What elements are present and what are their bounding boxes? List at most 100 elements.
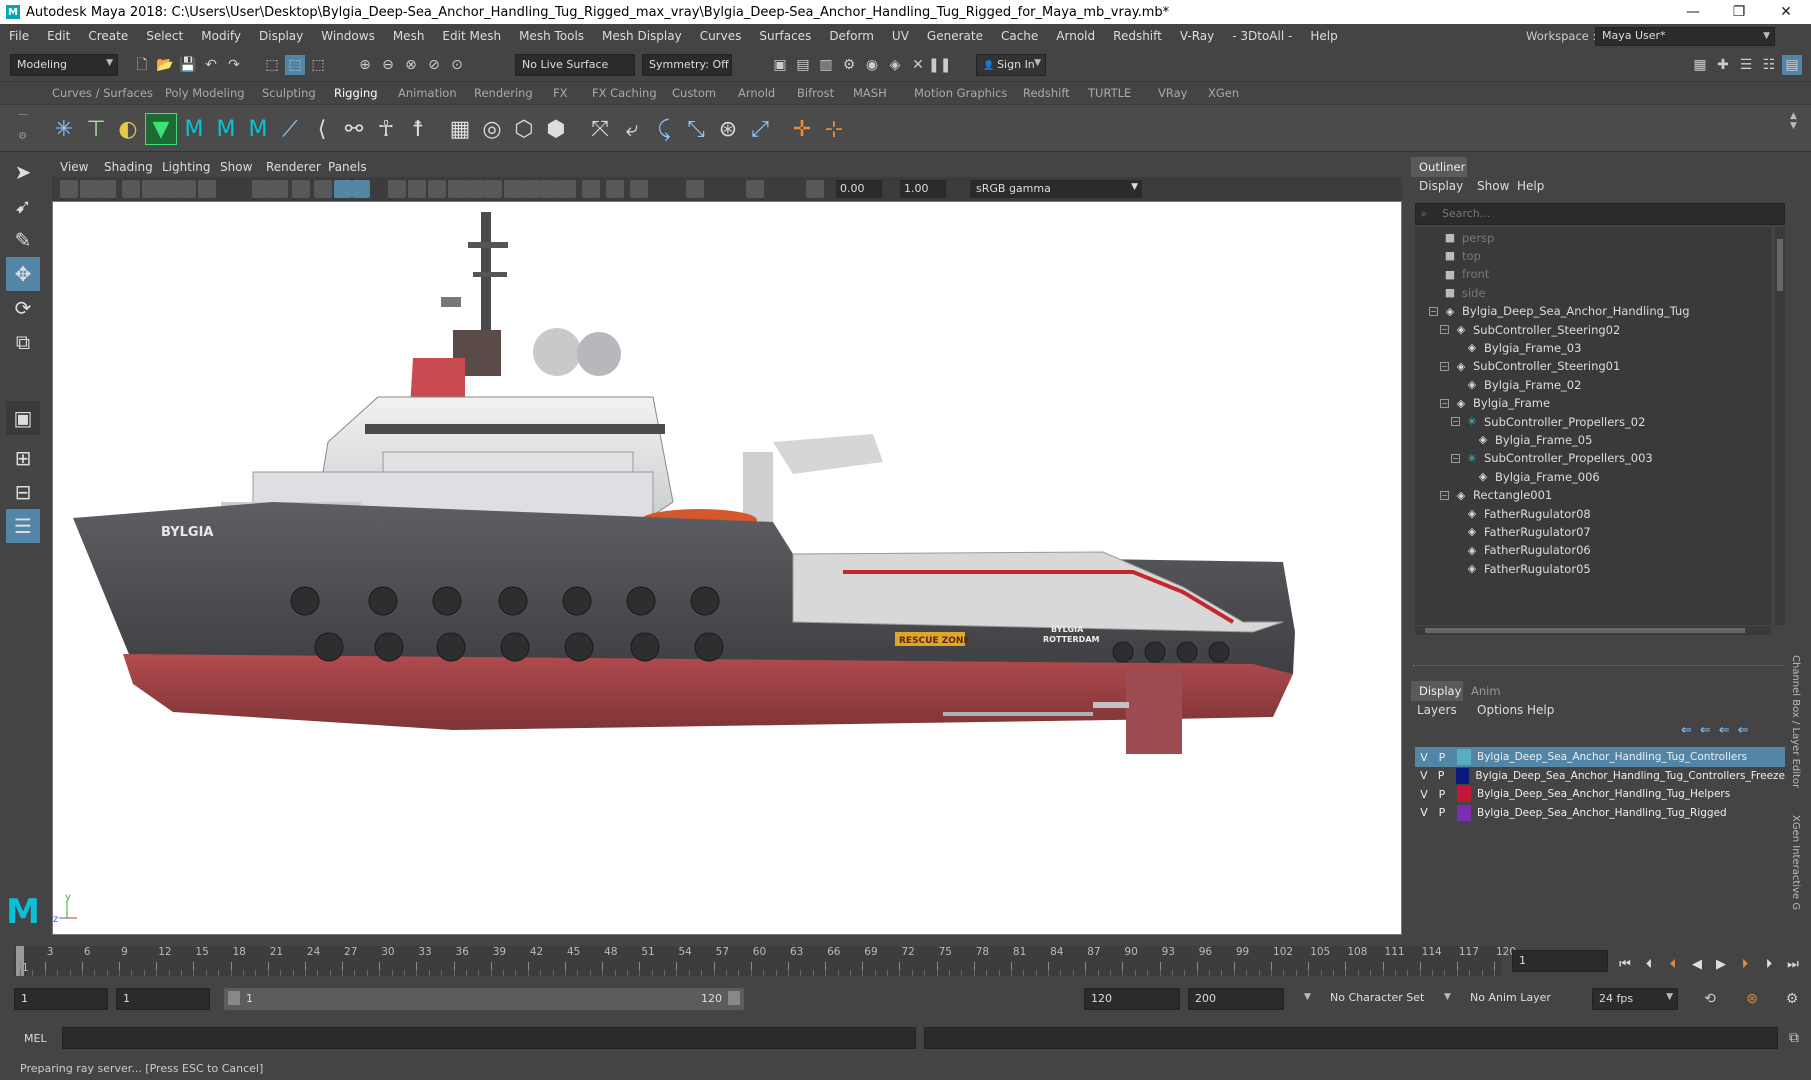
layer-playback-toggle[interactable]: P <box>1433 806 1451 819</box>
menu-surfaces[interactable]: Surfaces <box>750 29 820 43</box>
viewport-persp[interactable]: BYLGIA RESCUE ZONE BYLGIA ROTTERDAM y z <box>52 201 1402 935</box>
layer-visibility-toggle[interactable]: V <box>1415 788 1433 801</box>
panel-menu-lighting[interactable]: Lighting <box>162 160 211 174</box>
smooth-shade-icon[interactable] <box>352 180 370 198</box>
layer-row[interactable]: V P Bylgia_Deep_Sea_Anchor_Handling_Tug_Co… <box>1415 766 1785 786</box>
move-tool-icon[interactable]: ✥ <box>6 257 40 291</box>
grease-pencil-icon[interactable] <box>160 180 178 198</box>
stick-figure-icon[interactable]: ☨ <box>402 113 434 145</box>
shelf-tab-fx[interactable]: FX <box>553 86 568 100</box>
rotate-tool-icon[interactable]: ⟳ <box>6 291 40 325</box>
safe-action-icon[interactable] <box>314 180 332 198</box>
outliner-scrollbar[interactable] <box>1775 227 1785 625</box>
shelf-tab-mash[interactable]: MASH <box>853 86 887 100</box>
step-back-key-icon[interactable]: ⏴ <box>1640 956 1658 974</box>
layer-row[interactable]: V P Bylgia_Deep_Sea_Anchor_Handling_Tug_Ri… <box>1415 803 1785 823</box>
layer-actions-icon[interactable]: ⇐⇐⇐⇐ <box>1681 723 1757 738</box>
menu-curves[interactable]: Curves <box>691 29 751 43</box>
maya-muscle-icon[interactable]: M <box>178 113 210 145</box>
maya-muscle3-icon[interactable]: M <box>242 113 274 145</box>
shelf-tab-arnold[interactable]: Arnold <box>738 86 775 100</box>
cluster-icon[interactable]: ⬢ <box>540 113 572 145</box>
scale-tool-icon[interactable]: ⧉ <box>6 325 40 359</box>
redo-icon[interactable]: ↷ <box>224 55 244 75</box>
shelf-tab-animation[interactable]: Animation <box>398 86 457 100</box>
shelf-tab-fx-caching[interactable]: FX Caching <box>592 86 657 100</box>
single-perspective-icon[interactable]: ▣ <box>6 401 40 435</box>
shelf-tab-turtle[interactable]: TURTLE <box>1088 86 1131 100</box>
shadows-icon[interactable] <box>484 180 502 198</box>
lasso-tool-icon[interactable]: ➹ <box>6 189 40 223</box>
shelf-tab-curves-surfaces[interactable]: Curves / Surfaces <box>52 86 153 100</box>
render-current-icon[interactable]: ▤ <box>793 55 813 75</box>
pause-icon[interactable]: ❚❚ <box>928 55 951 75</box>
options-menu[interactable]: Options <box>1477 703 1523 717</box>
panel-menu-show[interactable]: Show <box>220 160 252 174</box>
minimize-button[interactable]: — <box>1670 0 1716 24</box>
layer-row[interactable]: V P Bylgia_Deep_Sea_Anchor_Handling_Tug_Co… <box>1415 747 1785 767</box>
hik-icon[interactable]: ⚯ <box>338 113 370 145</box>
expand-toggle-icon[interactable]: − <box>1429 306 1438 316</box>
outliner-menu-help[interactable]: Help <box>1517 179 1544 193</box>
layer-color-swatch[interactable] <box>1455 767 1470 784</box>
wrap-icon[interactable]: ⬡ <box>508 113 540 145</box>
xgen-side-tab[interactable]: XGen Interactive G <box>1790 815 1801 915</box>
script-editor-icon[interactable]: ⧉ <box>1784 1028 1804 1048</box>
four-view-icon[interactable]: ⊞ <box>6 441 40 475</box>
expand-toggle-icon[interactable]: − <box>1440 490 1449 500</box>
outliner-item[interactable]: ◈ FatherRugulator05 <box>1465 558 1591 579</box>
ssao-icon[interactable] <box>504 180 522 198</box>
end-frame-field[interactable]: 200 <box>1188 988 1284 1010</box>
layer-playback-toggle[interactable]: P <box>1433 751 1451 764</box>
gamma-field[interactable]: 1.00 <box>900 180 946 198</box>
mel-input[interactable] <box>62 1027 916 1049</box>
tab-display[interactable]: Display <box>1411 681 1463 701</box>
layer-visibility-toggle[interactable]: V <box>1415 769 1432 782</box>
start-frame-field[interactable]: 1 <box>14 988 108 1010</box>
outliner-menu-display[interactable]: Display <box>1419 179 1463 193</box>
menu-arnold[interactable]: Arnold <box>1047 29 1104 43</box>
layer-visibility-toggle[interactable]: V <box>1415 751 1433 764</box>
use-default-material-icon[interactable] <box>388 180 406 198</box>
channel-box-icon[interactable]: ☷ <box>1759 55 1779 75</box>
image-plane-icon[interactable] <box>122 180 140 198</box>
shelf-tab-motion-graphics[interactable]: Motion Graphics <box>914 86 1007 100</box>
step-forward-key-icon[interactable]: ⏵ <box>1760 956 1778 974</box>
layer-color-swatch[interactable] <box>1457 749 1471 765</box>
outliner-layout-icon[interactable]: ☰ <box>6 509 40 543</box>
maximize-button[interactable]: ❐ <box>1716 0 1762 24</box>
auto-key-icon[interactable]: ⊛ <box>1742 989 1762 1009</box>
bind-skin-icon[interactable]: ▼ <box>145 113 177 145</box>
pole-vector-icon[interactable]: ⤢ <box>744 113 776 145</box>
gamma-icon[interactable] <box>746 180 764 198</box>
shelf-tab-rigging[interactable]: Rigging <box>334 86 378 100</box>
wireframe-on-shaded-icon[interactable] <box>408 180 426 198</box>
menu-help[interactable]: Help <box>1301 29 1346 43</box>
exposure-field[interactable]: 0.00 <box>836 180 882 198</box>
menu-redshift[interactable]: Redshift <box>1104 29 1171 43</box>
playback-start-field[interactable]: 1 <box>116 988 210 1010</box>
snap-surface-icon[interactable]: ⊙ <box>447 55 467 75</box>
camera-attr-icon[interactable] <box>80 180 98 198</box>
menu-mesh[interactable]: Mesh <box>384 29 434 43</box>
render-settings-icon[interactable]: ⚙ <box>839 55 859 75</box>
parent-constraint-icon[interactable]: ⊛ <box>712 113 744 145</box>
shelf-tab-sculpting[interactable]: Sculpting <box>262 86 316 100</box>
locator2-icon[interactable]: ⊹ <box>818 113 850 145</box>
select-object-icon[interactable]: ⬚ <box>285 55 305 75</box>
go-to-start-icon[interactable]: ⏮ <box>1616 956 1634 974</box>
2d-pan-icon[interactable] <box>142 180 160 198</box>
menu-set-dropdown[interactable]: Modeling ▼ <box>10 54 118 76</box>
menu-uv[interactable]: UV <box>883 29 918 43</box>
snap-point-icon[interactable]: ⊗ <box>401 55 421 75</box>
xray-active-icon[interactable] <box>630 180 648 198</box>
expand-toggle-icon[interactable]: − <box>1440 361 1449 371</box>
paint-select-icon[interactable]: ✎ <box>6 223 40 257</box>
shelf-tab-vray[interactable]: VRay <box>1158 86 1187 100</box>
shelf-options-icon[interactable]: — ⚙ <box>18 109 28 149</box>
bookmark-icon[interactable] <box>98 180 116 198</box>
outliner-tab[interactable]: Outliner <box>1411 157 1467 177</box>
shelf-tab-rendering[interactable]: Rendering <box>474 86 533 100</box>
isolate-select-icon[interactable] <box>582 180 600 198</box>
timeline-ruler[interactable]: 1 3 6 9 12 15 18 21 24 27 30 33 36 39 42 45 48 51 54 57 60 63… <box>14 946 1516 976</box>
